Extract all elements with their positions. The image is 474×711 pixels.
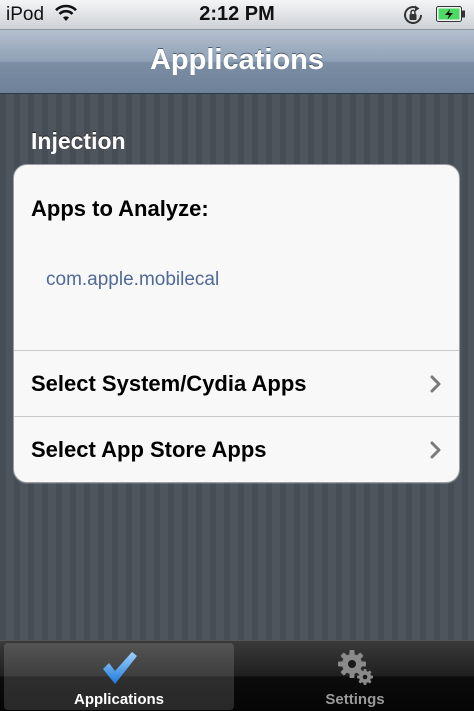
tab-label: Settings (325, 691, 385, 708)
chevron-right-icon (430, 375, 441, 393)
section-header-injection: Injection (31, 128, 126, 154)
navigation-bar: Applications (0, 30, 474, 94)
rotation-lock-icon (404, 5, 423, 24)
apps-to-analyze-cell: Apps to Analyze: com.apple.mobilecal (14, 165, 459, 351)
row-label: Select System/Cydia Apps (31, 371, 307, 396)
page-title: Applications (149, 44, 324, 76)
wifi-icon (55, 4, 77, 21)
tab-applications[interactable]: Applications (4, 643, 234, 710)
row-label: Select App Store Apps (31, 437, 267, 462)
chevron-right-icon (430, 441, 441, 459)
apps-to-analyze-title: Apps to Analyze: (31, 196, 209, 221)
select-system-cydia-apps-row[interactable]: Select System/Cydia Apps (14, 351, 459, 417)
injection-settings-group: Apps to Analyze: com.apple.mobilecal Sel… (13, 164, 460, 483)
carrier-label: iPod (6, 4, 45, 25)
apps-to-analyze-value: com.apple.mobilecal (46, 269, 220, 290)
tab-label: Applications (73, 691, 164, 708)
gear-icon (338, 650, 373, 685)
checkmark-icon (103, 652, 137, 684)
tab-bar: Applications Settings (0, 640, 474, 711)
status-bar: iPod 2:12 PM (0, 0, 474, 30)
tab-settings[interactable]: Settings (240, 643, 470, 710)
battery-icon (436, 6, 465, 22)
select-app-store-apps-row[interactable]: Select App Store Apps (14, 417, 459, 482)
